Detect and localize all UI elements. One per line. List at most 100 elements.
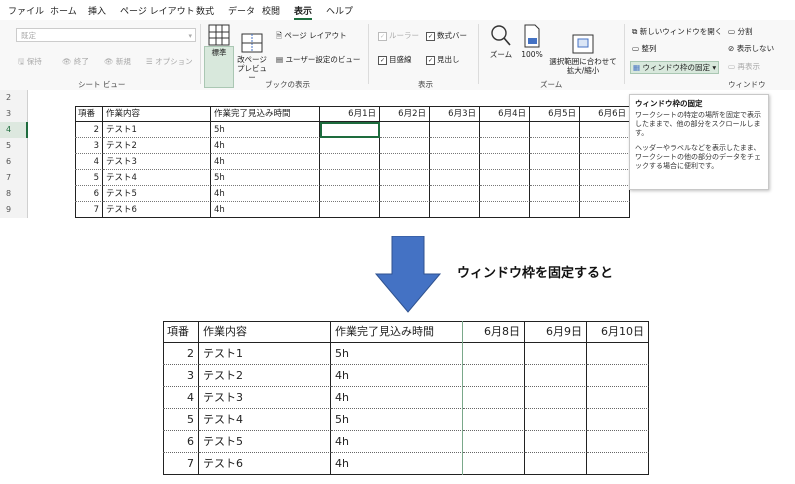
result-column-header[interactable]: 6月10日 xyxy=(587,321,649,343)
result-table-cell[interactable]: 5 xyxy=(163,409,199,431)
table-cell[interactable] xyxy=(480,170,530,186)
table-cell[interactable] xyxy=(530,186,580,202)
table-cell[interactable]: テスト4 xyxy=(103,170,211,186)
menu-insert[interactable]: 挿入 xyxy=(88,4,106,17)
table-cell[interactable]: 5h xyxy=(211,170,320,186)
result-table-cell[interactable]: テスト4 xyxy=(199,409,331,431)
menu-view[interactable]: 表示 xyxy=(294,4,313,20)
table-cell[interactable]: 4h xyxy=(211,154,320,170)
table-cell[interactable] xyxy=(430,122,480,138)
split-button[interactable]: ▭ 分割 xyxy=(728,26,752,37)
table-cell[interactable]: 4 xyxy=(75,154,103,170)
menu-review[interactable]: 校閲 xyxy=(262,4,280,17)
table-cell[interactable] xyxy=(380,138,430,154)
table-cell[interactable] xyxy=(530,202,580,218)
table-cell[interactable] xyxy=(580,170,630,186)
table-cell[interactable]: テスト1 xyxy=(103,122,211,138)
table-cell[interactable] xyxy=(530,122,580,138)
table-cell[interactable] xyxy=(320,186,380,202)
result-table-cell[interactable] xyxy=(587,409,649,431)
menu-formulas[interactable]: 数式 xyxy=(196,4,214,17)
menu-help[interactable]: ヘルプ xyxy=(326,4,353,17)
result-table-cell[interactable] xyxy=(463,343,525,365)
result-table-cell[interactable] xyxy=(463,387,525,409)
table-cell[interactable] xyxy=(320,138,380,154)
table-cell[interactable] xyxy=(530,138,580,154)
table-cell[interactable] xyxy=(320,154,380,170)
table-cell[interactable] xyxy=(580,138,630,154)
result-column-header[interactable]: 作業完了見込み時間 xyxy=(331,321,463,343)
column-header[interactable]: 項番 xyxy=(75,106,103,122)
freeze-panes-button[interactable]: ▦ ウィンドウ枠の固定 ▾ xyxy=(630,61,720,74)
result-table-cell[interactable] xyxy=(463,431,525,453)
result-table-cell[interactable] xyxy=(463,365,525,387)
table-cell[interactable]: 6 xyxy=(75,186,103,202)
table-cell[interactable] xyxy=(530,154,580,170)
formula-bar-checkbox[interactable]: ✓ 数式バー xyxy=(426,30,467,41)
new-window-button[interactable]: ⧉ 新しいウィンドウを開く xyxy=(632,26,722,37)
result-table-cell[interactable]: テスト3 xyxy=(199,387,331,409)
table-cell[interactable]: 3 xyxy=(75,138,103,154)
result-table-cell[interactable]: 6 xyxy=(163,431,199,453)
table-cell[interactable] xyxy=(480,186,530,202)
table-cell[interactable] xyxy=(430,202,480,218)
table-cell[interactable] xyxy=(480,122,530,138)
result-table-cell[interactable]: 4 xyxy=(163,387,199,409)
table-cell[interactable] xyxy=(430,170,480,186)
table-cell[interactable]: テスト5 xyxy=(103,186,211,202)
table-cell[interactable] xyxy=(380,202,430,218)
result-table-cell[interactable] xyxy=(587,453,649,475)
table-cell[interactable] xyxy=(380,122,430,138)
column-header[interactable]: 6月2日 xyxy=(380,106,430,122)
headings-checkbox[interactable]: ✓ 見出し xyxy=(426,54,460,65)
sheet-view-options-button[interactable]: ☰ オプション xyxy=(146,56,193,67)
table-cell[interactable] xyxy=(380,154,430,170)
result-table-cell[interactable] xyxy=(525,343,587,365)
column-header[interactable]: 6月5日 xyxy=(530,106,580,122)
sheet-view-exit-button[interactable]: 👁 終了 xyxy=(62,56,89,67)
menu-data[interactable]: データ xyxy=(228,4,255,17)
column-header[interactable]: 6月6日 xyxy=(580,106,630,122)
result-column-header[interactable]: 項番 xyxy=(163,321,199,343)
table-cell[interactable] xyxy=(580,186,630,202)
table-cell[interactable] xyxy=(320,170,380,186)
result-table-cell[interactable] xyxy=(525,431,587,453)
table-cell[interactable] xyxy=(380,186,430,202)
result-table-cell[interactable] xyxy=(587,365,649,387)
result-table-cell[interactable]: テスト6 xyxy=(199,453,331,475)
result-table-cell[interactable]: 5h xyxy=(331,343,463,365)
result-table-cell[interactable] xyxy=(463,453,525,475)
zoom-to-selection-button[interactable]: 選択範囲に合わせて 拡大/縮小 xyxy=(546,24,620,84)
table-cell[interactable] xyxy=(480,154,530,170)
normal-view-button[interactable]: 標準 xyxy=(205,24,233,57)
column-header[interactable]: 作業完了見込み時間 xyxy=(211,106,320,122)
table-cell[interactable] xyxy=(430,138,480,154)
page-break-preview-button[interactable]: 改ページ プレビュー xyxy=(236,24,268,91)
hide-button[interactable]: ⊘ 表示しない xyxy=(728,43,774,54)
table-cell[interactable]: テスト3 xyxy=(103,154,211,170)
table-cell[interactable] xyxy=(480,202,530,218)
table-cell[interactable] xyxy=(430,186,480,202)
table-cell[interactable]: 2 xyxy=(75,122,103,138)
sheet-view-keep-button[interactable]: 🖫 保持 xyxy=(18,56,42,69)
result-column-header[interactable]: 6月9日 xyxy=(525,321,587,343)
result-table-cell[interactable]: 2 xyxy=(163,343,199,365)
table-cell[interactable] xyxy=(480,138,530,154)
arrange-button[interactable]: ▭ 整列 xyxy=(632,43,656,54)
result-table-cell[interactable]: 3 xyxy=(163,365,199,387)
page-layout-button[interactable]: 🗎 ページ レイアウト xyxy=(276,30,347,43)
result-table-cell[interactable]: テスト5 xyxy=(199,431,331,453)
result-table-cell[interactable]: 4h xyxy=(331,431,463,453)
result-column-header[interactable]: 作業内容 xyxy=(199,321,331,343)
result-table-cell[interactable] xyxy=(525,387,587,409)
menu-page-layout[interactable]: ページ レイアウト xyxy=(120,4,195,17)
table-cell[interactable]: 5h xyxy=(211,122,320,138)
column-header[interactable]: 6月1日 xyxy=(320,106,380,122)
result-table-cell[interactable] xyxy=(587,387,649,409)
result-table-cell[interactable]: 4h xyxy=(331,387,463,409)
result-table-cell[interactable]: テスト2 xyxy=(199,365,331,387)
table-cell[interactable] xyxy=(530,170,580,186)
table-cell[interactable] xyxy=(580,202,630,218)
table-cell[interactable] xyxy=(580,122,630,138)
result-table-cell[interactable]: 7 xyxy=(163,453,199,475)
